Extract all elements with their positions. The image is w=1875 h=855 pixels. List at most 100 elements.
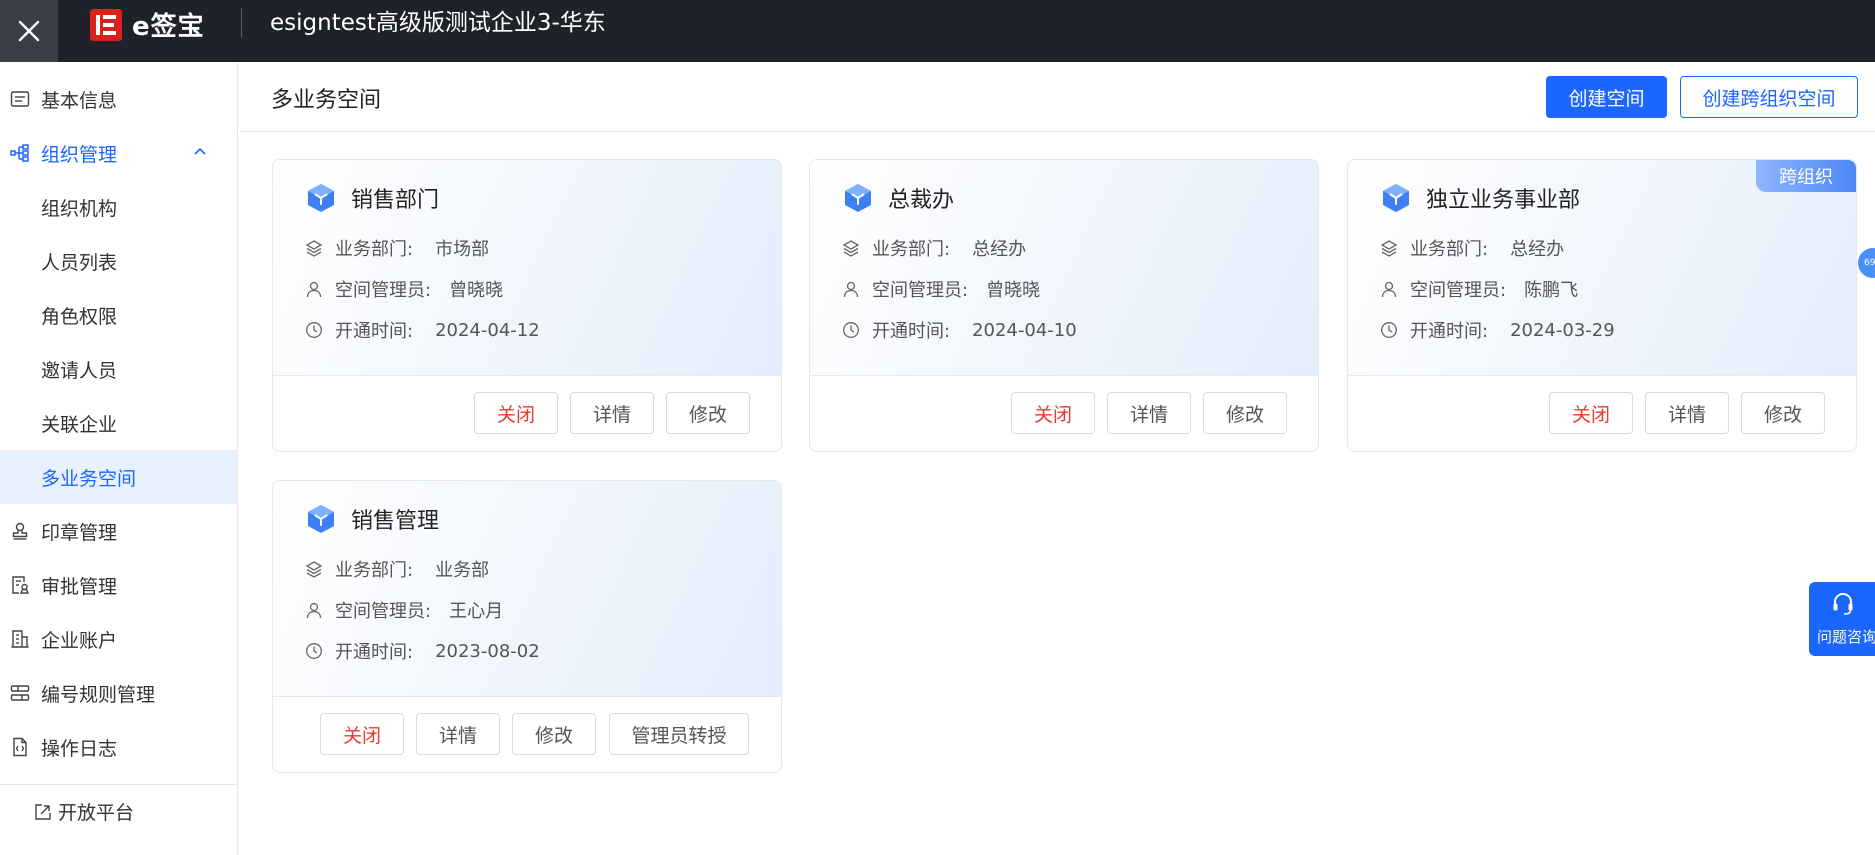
notification-count: 69 — [1864, 258, 1875, 268]
sidebar-item-label: 组织管理 — [41, 143, 118, 166]
id-card-icon — [10, 91, 30, 107]
layers-icon — [305, 240, 323, 257]
space-card: 销售管理 业务部门: 业务部 空间管理员: 王心月 开通时间: 2023-08-… — [272, 480, 782, 773]
open-time-label: 开通时间: — [335, 321, 414, 342]
admin-row: 空间管理员: 王心月 — [305, 597, 503, 623]
divider — [0, 784, 237, 785]
detail-button[interactable]: 详情 — [570, 392, 654, 434]
card-body: 总裁办 业务部门: 总经办 空间管理员: 曾晓晓 开通时间: 2024-04-1… — [810, 160, 1318, 376]
open-time-value: 2023-08-02 — [435, 640, 540, 662]
admin-value: 曾晓晓 — [986, 280, 1041, 301]
open-time-row: 开通时间: 2024-04-10 — [842, 317, 1077, 343]
sidebar-item-operation-log[interactable]: 操作日志 — [0, 720, 237, 774]
user-icon — [306, 281, 322, 298]
logo: e签宝 — [90, 6, 205, 43]
sidebar-item-numbering-rules[interactable]: 编号规则管理 — [0, 666, 237, 720]
create-space-button[interactable]: 创建空间 — [1546, 76, 1667, 118]
sidebar: 基本信息 组织管理 组织机构 人员列表 角色权限 邀请人员 关联企业 多业务空间 — [0, 62, 238, 855]
close-space-button[interactable]: 关闭 — [1011, 392, 1095, 434]
clock-icon — [843, 322, 859, 338]
external-link-icon — [35, 803, 51, 820]
cube-icon — [1383, 184, 1409, 212]
open-time-value: 2024-03-29 — [1510, 319, 1615, 341]
space-card: 独立业务事业部 业务部门: 总经办 空间管理员: 陈鹏飞 开通时间: 2024-… — [1347, 159, 1857, 452]
sidebar-item-label: 印章管理 — [41, 521, 118, 544]
sidebar-item-label: 审批管理 — [41, 575, 118, 598]
layers-icon — [305, 561, 323, 578]
sidebar-item-label: 操作日志 — [41, 737, 118, 760]
close-button[interactable] — [0, 0, 58, 62]
department-value: 总经办 — [972, 239, 1027, 260]
user-icon — [306, 602, 322, 619]
edit-button[interactable]: 修改 — [512, 713, 596, 755]
space-name: 销售部门 — [351, 188, 440, 213]
edit-button[interactable]: 修改 — [666, 392, 750, 434]
space-name: 总裁办 — [888, 188, 955, 213]
sidebar-item-linked-companies[interactable]: 关联企业 — [0, 396, 237, 450]
sidebar-item-label: 组织机构 — [41, 197, 118, 220]
sidebar-item-org-management[interactable]: 组织管理 — [0, 126, 237, 180]
sidebar-item-basic-info[interactable]: 基本信息 — [0, 72, 237, 126]
layers-icon — [842, 240, 860, 257]
stamp-icon — [12, 522, 28, 540]
cube-icon — [308, 184, 334, 212]
user-icon — [843, 281, 859, 298]
clock-icon — [306, 643, 322, 659]
sidebar-item-approval-management[interactable]: 审批管理 — [0, 558, 237, 612]
open-time-label: 开通时间: — [335, 642, 414, 663]
sidebar-item-multi-business-space[interactable]: 多业务空间 — [0, 450, 237, 504]
log-icon — [13, 737, 27, 757]
close-icon — [18, 20, 40, 42]
edit-button[interactable]: 修改 — [1741, 392, 1825, 434]
department-row: 业务部门: 总经办 — [1380, 235, 1564, 261]
sidebar-item-company-account[interactable]: 企业账户 — [0, 612, 237, 666]
admin-label: 空间管理员: — [335, 601, 432, 622]
transfer-admin-button[interactable]: 管理员转授 — [609, 713, 749, 755]
department-row: 业务部门: 总经办 — [842, 235, 1026, 261]
admin-value: 陈鹏飞 — [1524, 280, 1579, 301]
create-cross-org-space-button[interactable]: 创建跨组织空间 — [1680, 76, 1858, 118]
department-label: 业务部门: — [872, 239, 951, 260]
space-name: 独立业务事业部 — [1426, 188, 1581, 213]
close-space-button[interactable]: 关闭 — [320, 713, 404, 755]
sidebar-item-role-permissions[interactable]: 角色权限 — [0, 288, 237, 342]
detail-button[interactable]: 详情 — [1107, 392, 1191, 434]
sidebar-item-label: 邀请人员 — [41, 359, 118, 382]
divider — [241, 8, 242, 38]
close-space-button[interactable]: 关闭 — [474, 392, 558, 434]
department-row: 业务部门: 市场部 — [305, 235, 489, 261]
sidebar-item-label: 关联企业 — [41, 413, 118, 436]
sidebar-item-member-list[interactable]: 人员列表 — [0, 234, 237, 288]
department-label: 业务部门: — [335, 560, 414, 581]
user-icon — [1381, 281, 1397, 298]
help-consult-button[interactable]: 问题咨询 — [1809, 582, 1875, 656]
company-name: esigntest高级版测试企业3-华东 — [270, 10, 606, 36]
department-row: 业务部门: 业务部 — [305, 556, 489, 582]
open-time-row: 开通时间: 2024-04-12 — [305, 317, 540, 343]
detail-button[interactable]: 详情 — [416, 713, 500, 755]
top-bar: e签宝 esigntest高级版测试企业3-华东 — [0, 0, 1875, 62]
clock-icon — [1381, 322, 1397, 338]
help-consult-label: 问题咨询 — [1817, 628, 1875, 646]
chevron-up-icon[interactable] — [192, 144, 208, 160]
open-platform-label: 开放平台 — [58, 802, 135, 824]
approval-icon — [12, 576, 30, 594]
admin-row: 空间管理员: 陈鹏飞 — [1380, 276, 1578, 302]
sidebar-item-label: 编号规则管理 — [41, 683, 156, 706]
detail-button[interactable]: 详情 — [1645, 392, 1729, 434]
edit-button[interactable]: 修改 — [1203, 392, 1287, 434]
notification-dot[interactable]: 69 — [1858, 248, 1875, 278]
open-platform-link[interactable]: 开放平台 — [34, 798, 134, 825]
department-label: 业务部门: — [335, 239, 414, 260]
sidebar-item-label: 企业账户 — [41, 629, 118, 652]
sidebar-item-seal-management[interactable]: 印章管理 — [0, 504, 237, 558]
department-value: 业务部 — [435, 560, 490, 581]
sidebar-item-org-structure[interactable]: 组织机构 — [0, 180, 237, 234]
close-space-button[interactable]: 关闭 — [1549, 392, 1633, 434]
sidebar-item-label: 人员列表 — [41, 251, 118, 274]
sidebar-item-invite-members[interactable]: 邀请人员 — [0, 342, 237, 396]
department-value: 总经办 — [1510, 239, 1565, 260]
logo-text: e签宝 — [132, 12, 205, 42]
admin-value: 王心月 — [449, 601, 504, 622]
department-value: 市场部 — [435, 239, 490, 260]
